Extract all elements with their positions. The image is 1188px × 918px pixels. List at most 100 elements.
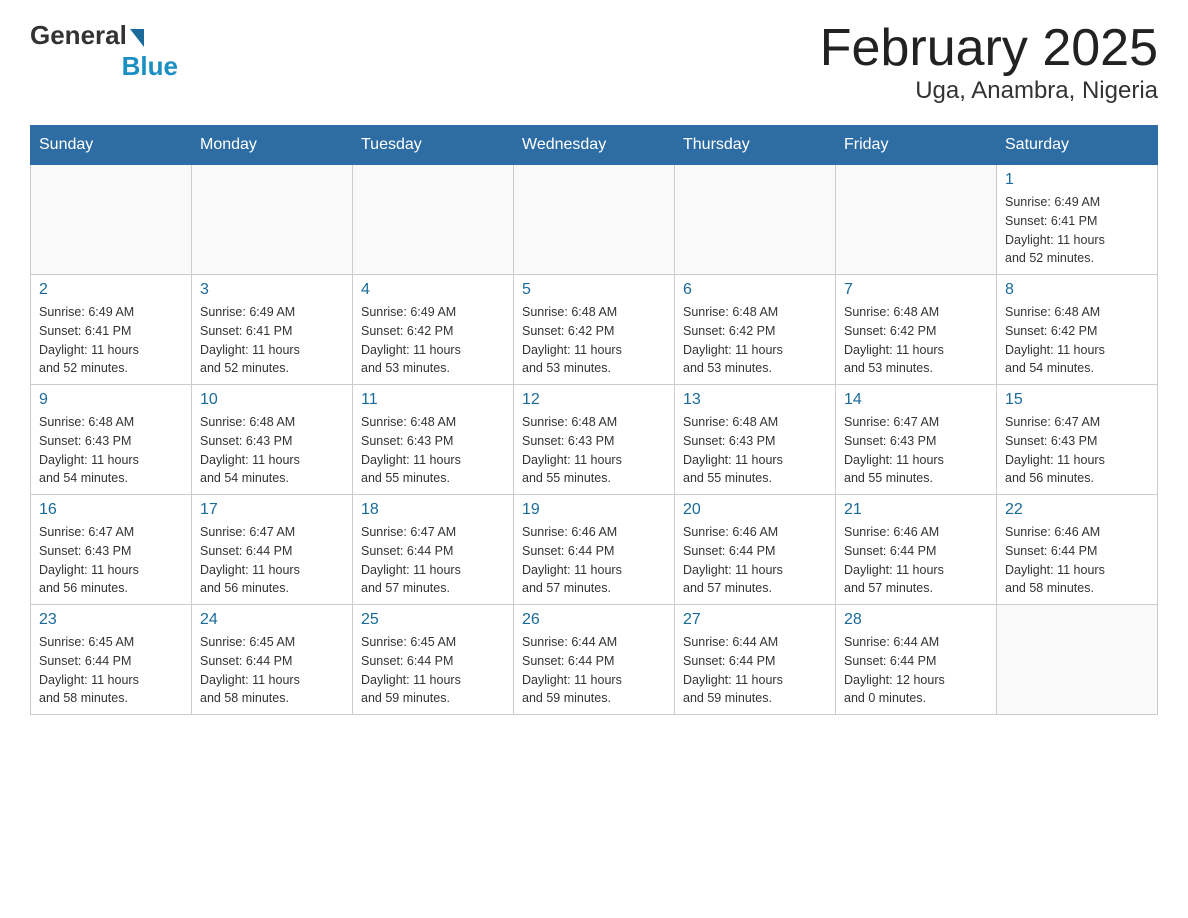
calendar-week-row: 23 Sunrise: 6:45 AMSunset: 6:44 PMDayligh… [31,605,1158,715]
day-header-wednesday: Wednesday [514,126,675,165]
day-number: 11 [361,391,505,409]
calendar-cell: 2Sunrise: 6:49 AMSunset: 6:41 PMDaylight… [31,275,192,385]
day-number: 13 [683,391,827,409]
day-number: 24 [200,611,344,629]
calendar-cell: 19 Sunrise: 6:46 AMSunset: 6:44 PMDayligh… [514,495,675,605]
day-info: Sunrise: 6:48 AMSunset: 6:43 PMDaylight:… [39,413,183,488]
calendar-cell [514,165,675,275]
logo: General Genera Blue [30,20,178,82]
day-number: 8 [1005,281,1149,299]
day-info: Sunrise: 6:48 AMSunset: 6:42 PMDaylight:… [522,303,666,378]
day-number: 18 [361,501,505,519]
calendar-cell [836,165,997,275]
calendar-week-row: 16Sunrise: 6:47 AMSunset: 6:43 PMDayligh… [31,495,1158,605]
day-number: 5 [522,281,666,299]
calendar-cell: 17 Sunrise: 6:47 AMSunset: 6:44 PMDayligh… [192,495,353,605]
calendar-cell [997,605,1158,715]
calendar-cell: 14 Sunrise: 6:47 AMSunset: 6:43 PMDayligh… [836,385,997,495]
day-info: Sunrise: 6:46 AMSunset: 6:44 PMDaylight:… [683,523,827,598]
day-number: 15 [1005,391,1149,409]
logo-blue-text: Blue [122,51,178,82]
day-header-tuesday: Tuesday [353,126,514,165]
day-info: Sunrise: 6:48 AMSunset: 6:43 PMDaylight:… [361,413,505,488]
calendar-cell: 9Sunrise: 6:48 AMSunset: 6:43 PMDaylight… [31,385,192,495]
day-number: 4 [361,281,505,299]
day-number: 10 [200,391,344,409]
day-number: 14 [844,391,988,409]
day-info: Sunrise: 6:47 AMSunset: 6:43 PMDaylight:… [1005,413,1149,488]
calendar-cell: 28 Sunrise: 6:44 AMSunset: 6:44 PMDayligh… [836,605,997,715]
day-number: 7 [844,281,988,299]
day-info: Sunrise: 6:46 AMSunset: 6:44 PMDaylight:… [1005,523,1149,598]
calendar-cell: 10 Sunrise: 6:48 AMSunset: 6:43 PMDayligh… [192,385,353,495]
calendar-cell: 3 Sunrise: 6:49 AMSunset: 6:41 PMDaylight… [192,275,353,385]
day-info: Sunrise: 6:45 AMSunset: 6:44 PMDaylight:… [200,633,344,708]
calendar-cell: 22 Sunrise: 6:46 AMSunset: 6:44 PMDayligh… [997,495,1158,605]
logo-arrow-icon [130,29,144,47]
calendar-cell: 20 Sunrise: 6:46 AMSunset: 6:44 PMDayligh… [675,495,836,605]
day-info: Sunrise: 6:47 AMSunset: 6:43 PMDaylight:… [844,413,988,488]
day-number: 25 [361,611,505,629]
day-number: 20 [683,501,827,519]
day-info: Sunrise: 6:45 AMSunset: 6:44 PMDaylight:… [39,633,183,708]
day-info: Sunrise: 6:47 AMSunset: 6:44 PMDaylight:… [361,523,505,598]
calendar-cell: 1Sunrise: 6:49 AMSunset: 6:41 PMDaylight… [997,165,1158,275]
calendar-cell: 13 Sunrise: 6:48 AMSunset: 6:43 PMDayligh… [675,385,836,495]
day-number: 17 [200,501,344,519]
calendar-header-row: SundayMondayTuesdayWednesdayThursdayFrid… [31,126,1158,165]
calendar-cell: 5 Sunrise: 6:48 AMSunset: 6:42 PMDaylight… [514,275,675,385]
day-info: Sunrise: 6:44 AMSunset: 6:44 PMDaylight:… [683,633,827,708]
calendar-week-row: 9Sunrise: 6:48 AMSunset: 6:43 PMDaylight… [31,385,1158,495]
day-info: Sunrise: 6:44 AMSunset: 6:44 PMDaylight:… [844,633,988,708]
day-info: Sunrise: 6:48 AMSunset: 6:43 PMDaylight:… [683,413,827,488]
day-number: 21 [844,501,988,519]
day-number: 3 [200,281,344,299]
calendar-cell [675,165,836,275]
day-header-monday: Monday [192,126,353,165]
calendar-cell: 8Sunrise: 6:48 AMSunset: 6:42 PMDaylight… [997,275,1158,385]
day-info: Sunrise: 6:48 AMSunset: 6:42 PMDaylight:… [683,303,827,378]
calendar-location: Uga, Anambra, Nigeria [820,77,1158,105]
day-header-sunday: Sunday [31,126,192,165]
calendar-cell: 16Sunrise: 6:47 AMSunset: 6:43 PMDayligh… [31,495,192,605]
calendar-cell: 6 Sunrise: 6:48 AMSunset: 6:42 PMDaylight… [675,275,836,385]
day-header-thursday: Thursday [675,126,836,165]
day-info: Sunrise: 6:45 AMSunset: 6:44 PMDaylight:… [361,633,505,708]
day-number: 6 [683,281,827,299]
calendar-cell: 11 Sunrise: 6:48 AMSunset: 6:43 PMDayligh… [353,385,514,495]
day-info: Sunrise: 6:49 AMSunset: 6:41 PMDaylight:… [200,303,344,378]
calendar-cell [353,165,514,275]
day-info: Sunrise: 6:46 AMSunset: 6:44 PMDaylight:… [522,523,666,598]
calendar-cell: 12 Sunrise: 6:48 AMSunset: 6:43 PMDayligh… [514,385,675,495]
day-number: 12 [522,391,666,409]
calendar-cell [31,165,192,275]
calendar-cell [192,165,353,275]
logo-general-text: General [30,20,127,51]
day-info: Sunrise: 6:47 AMSunset: 6:44 PMDaylight:… [200,523,344,598]
calendar-cell: 24 Sunrise: 6:45 AMSunset: 6:44 PMDayligh… [192,605,353,715]
day-number: 27 [683,611,827,629]
calendar-cell: 21 Sunrise: 6:46 AMSunset: 6:44 PMDayligh… [836,495,997,605]
day-number: 2 [39,281,183,299]
calendar-week-row: 1Sunrise: 6:49 AMSunset: 6:41 PMDaylight… [31,165,1158,275]
day-info: Sunrise: 6:48 AMSunset: 6:42 PMDaylight:… [844,303,988,378]
calendar-table: SundayMondayTuesdayWednesdayThursdayFrid… [30,125,1158,715]
calendar-cell: 23 Sunrise: 6:45 AMSunset: 6:44 PMDayligh… [31,605,192,715]
calendar-cell: 4 Sunrise: 6:49 AMSunset: 6:42 PMDaylight… [353,275,514,385]
title-section: February 2025 Uga, Anambra, Nigeria [820,20,1158,105]
day-number: 28 [844,611,988,629]
calendar-cell: 7 Sunrise: 6:48 AMSunset: 6:42 PMDaylight… [836,275,997,385]
day-number: 16 [39,501,183,519]
day-info: Sunrise: 6:46 AMSunset: 6:44 PMDaylight:… [844,523,988,598]
calendar-title: February 2025 [820,20,1158,77]
day-info: Sunrise: 6:49 AMSunset: 6:42 PMDaylight:… [361,303,505,378]
day-number: 22 [1005,501,1149,519]
calendar-cell: 18 Sunrise: 6:47 AMSunset: 6:44 PMDayligh… [353,495,514,605]
day-header-saturday: Saturday [997,126,1158,165]
day-number: 23 [39,611,183,629]
day-number: 26 [522,611,666,629]
day-number: 19 [522,501,666,519]
day-info: Sunrise: 6:44 AMSunset: 6:44 PMDaylight:… [522,633,666,708]
day-info: Sunrise: 6:48 AMSunset: 6:43 PMDaylight:… [522,413,666,488]
day-info: Sunrise: 6:48 AMSunset: 6:43 PMDaylight:… [200,413,344,488]
